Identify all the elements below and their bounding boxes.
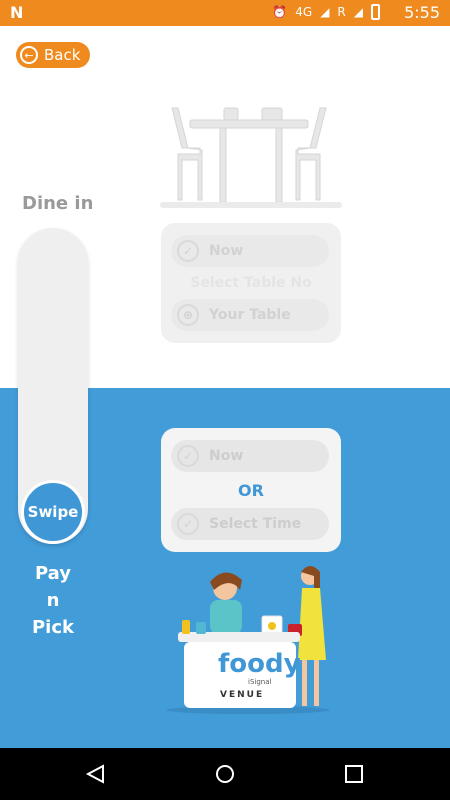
swipe-handle[interactable]: Swipe [21,480,85,544]
dine-now-label: Now [209,243,244,259]
dining-table-illustration [160,107,342,208]
check-icon: ✓ [177,240,199,262]
roaming-label: R [337,5,346,19]
alarm-icon: ⏰ [272,5,288,19]
check-icon: ✓ [177,513,199,535]
pay-options-card: ✓ Now OR ✓ Select Time [161,428,341,552]
status-icons: ⏰ 4G ◢ R ◢ [272,4,380,20]
back-button[interactable]: ← Back [16,42,90,68]
dine-in-options-card: ✓ Now Select Table No ⊕ Your Table [161,223,341,343]
back-triangle-icon[interactable] [85,764,105,784]
notification-n-icon: N [10,3,24,22]
check-icon: ✓ [177,445,199,467]
android-nav-bar [0,748,450,800]
status-time: 5:55 [404,3,440,22]
signal-icon-2: ◢ [353,5,363,19]
arrow-left-icon: ← [20,46,38,64]
select-time-option[interactable]: ✓ Select Time [171,508,329,540]
signal-icon: ◢ [320,5,330,19]
dine-now-option[interactable]: ✓ Now [171,235,329,267]
network-label: 4G [295,5,313,19]
home-circle-icon[interactable] [214,763,236,785]
table-icon: ⊕ [177,304,199,326]
select-time-label: Select Time [209,516,302,532]
brand-subtitle: iSignal [248,678,272,686]
or-label: OR [238,481,264,500]
battery-icon [371,4,380,20]
pay-now-option[interactable]: ✓ Now [171,440,329,472]
your-table-label: Your Table [209,307,291,323]
pay-now-label: Now [209,448,244,464]
select-table-label: Select Table No [190,275,312,291]
your-table-option[interactable]: ⊕ Your Table [171,299,329,331]
back-button-label: Back [44,46,81,64]
dine-in-label: Dine in [22,193,94,214]
brand-wordmark: foody [218,649,301,679]
venue-text: VENUE [220,690,264,700]
recents-square-icon[interactable] [344,764,364,784]
shop-counter-illustration: foody iSignal VENUE [166,566,330,714]
status-bar: N ⏰ 4G ◢ R ◢ 5:55 [0,0,450,26]
pay-n-pick-label: Pay n Pick [31,563,74,638]
